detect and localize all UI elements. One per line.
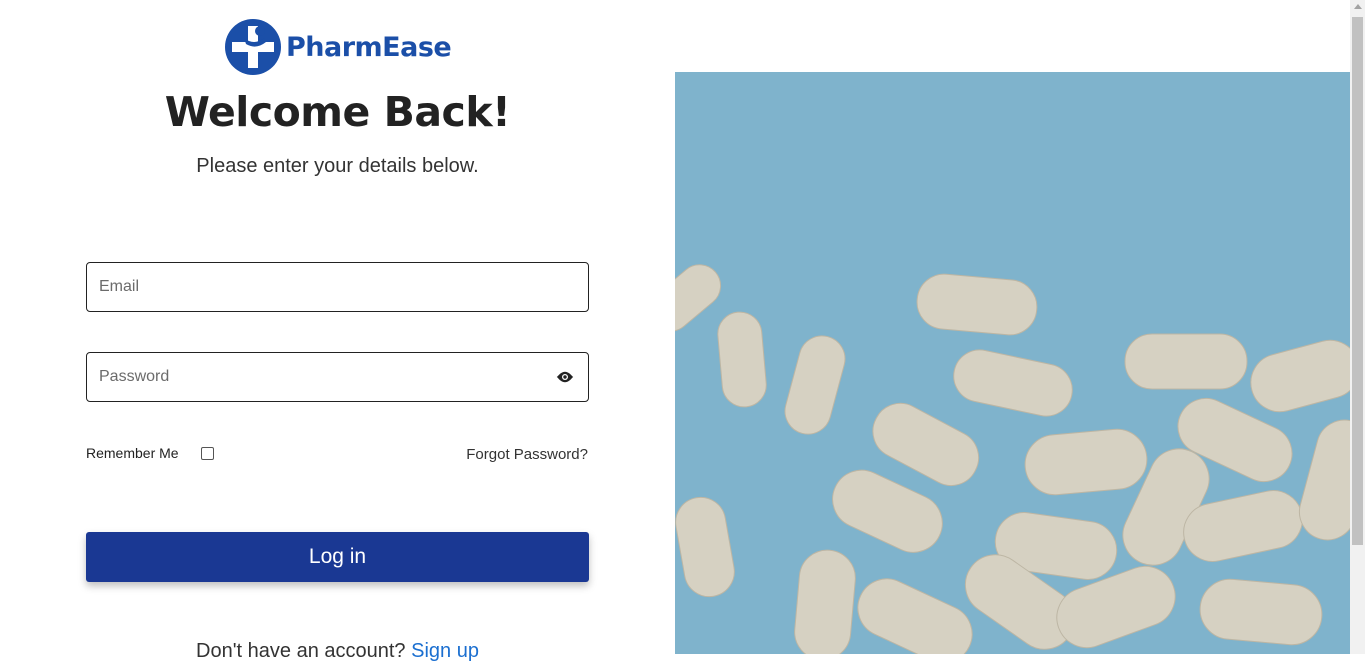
login-button[interactable]: Log in xyxy=(86,532,589,582)
page-subtitle: Please enter your details below. xyxy=(196,155,479,177)
pills-photo-icon xyxy=(675,72,1350,654)
email-input[interactable] xyxy=(99,263,539,311)
eye-icon[interactable] xyxy=(556,369,574,385)
scroll-thumb[interactable] xyxy=(1352,17,1363,545)
email-field[interactable] xyxy=(86,262,589,312)
pharmease-logo-icon xyxy=(225,19,281,75)
remember-me-checkbox[interactable] xyxy=(201,447,214,460)
scroll-up-arrow-icon[interactable] xyxy=(1354,4,1362,9)
login-panel: PharmEase Welcome Back! Please enter you… xyxy=(0,0,675,662)
forgot-password-link[interactable]: Forgot Password? xyxy=(466,446,588,463)
page-title: Welcome Back! xyxy=(164,88,511,136)
password-field[interactable] xyxy=(86,352,589,402)
brand-logo: PharmEase xyxy=(224,18,452,76)
signup-prompt: Don't have an account? Sign up xyxy=(0,640,675,663)
remember-me-label: Remember Me xyxy=(86,445,179,461)
vertical-scrollbar[interactable] xyxy=(1350,0,1365,654)
signup-prompt-text: Don't have an account? xyxy=(196,640,406,662)
pills-photo xyxy=(675,72,1350,654)
signup-link[interactable]: Sign up xyxy=(411,640,479,662)
brand-name: PharmEase xyxy=(286,31,452,63)
password-input[interactable] xyxy=(99,353,539,401)
